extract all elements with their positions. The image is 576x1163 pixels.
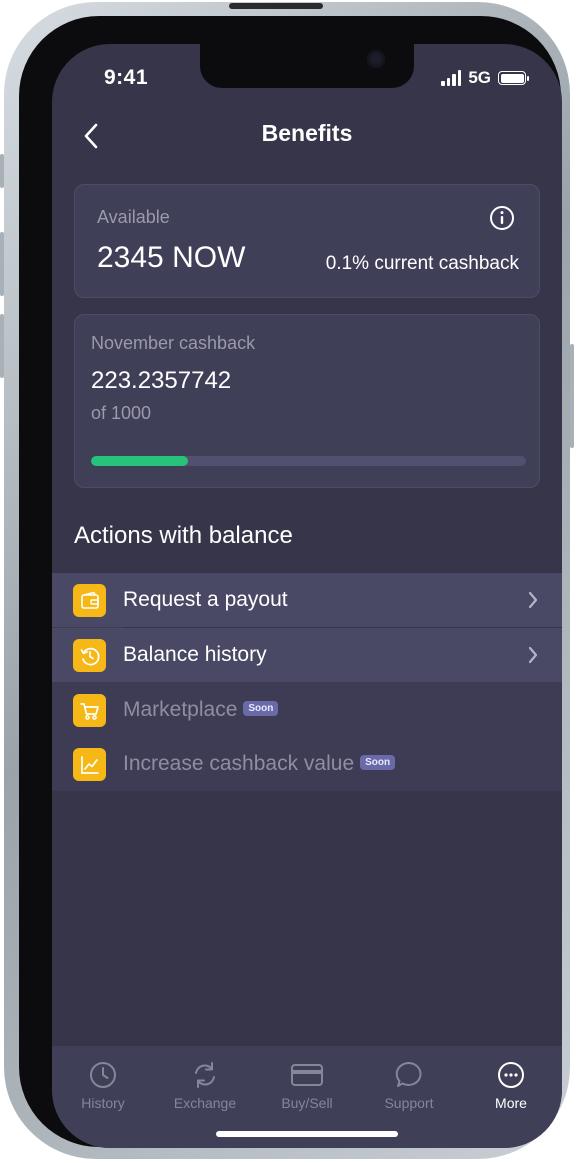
tab-exchange[interactable]: Exchange — [154, 1060, 256, 1111]
volume-down-button — [0, 314, 4, 378]
available-balance: 2345 NOW — [97, 241, 246, 274]
actions-list: Request a payout Balance history Marketp… — [52, 573, 562, 791]
available-label: Available — [97, 207, 170, 227]
monthly-cashback-card: November cashback 223.2357742 of 1000 — [74, 314, 540, 488]
power-button — [570, 344, 574, 448]
mute-switch — [0, 154, 4, 188]
chevron-right-icon — [528, 646, 538, 664]
signal-icon — [441, 70, 462, 86]
status-time: 9:41 — [104, 66, 149, 89]
tab-bar: History Exchange Buy/Sell Support More — [52, 1046, 562, 1148]
tab-label: History — [81, 1095, 125, 1111]
exchange-icon — [195, 1062, 215, 1088]
monthly-cashback-label: November cashback — [91, 333, 256, 353]
section-title: Actions with balance — [74, 522, 293, 549]
history-icon — [73, 639, 106, 672]
tab-label: Support — [384, 1095, 434, 1111]
action-marketplace: Marketplace Soon — [52, 683, 562, 737]
tab-label: More — [495, 1095, 527, 1111]
tab-history[interactable]: History — [52, 1060, 154, 1111]
soon-badge: Soon — [360, 754, 396, 770]
app-screen: 9:41 5G Benefits Available 2345 NOW 0.1%… — [52, 44, 562, 1148]
action-label-text: Marketplace — [123, 698, 238, 721]
monthly-cashback-amount: 223.2357742 — [91, 367, 232, 394]
wallet-icon — [73, 584, 106, 617]
chart-icon — [73, 748, 106, 781]
soon-badge: Soon — [243, 700, 279, 716]
chevron-right-icon — [528, 591, 538, 609]
available-balance-card: Available 2345 NOW 0.1% current cashback — [74, 184, 540, 298]
tab-label: Buy/Sell — [281, 1095, 333, 1111]
page-title: Benefits — [261, 120, 353, 146]
notch — [200, 44, 414, 88]
action-label: Request a payout — [123, 588, 288, 611]
action-request-payout[interactable]: Request a payout — [52, 573, 562, 627]
home-indicator[interactable] — [216, 1131, 398, 1137]
volume-up-button — [0, 232, 4, 296]
clock-icon — [90, 1062, 116, 1088]
tab-buy-sell[interactable]: Buy/Sell — [256, 1060, 358, 1111]
action-label: Marketplace Soon — [123, 698, 279, 722]
cart-icon — [73, 694, 106, 727]
phone-frame: 9:41 5G Benefits Available 2345 NOW 0.1%… — [0, 2, 574, 1159]
phone-bezel: 9:41 5G Benefits Available 2345 NOW 0.1%… — [19, 3, 562, 1148]
info-icon[interactable] — [489, 205, 515, 231]
action-increase-cashback: Increase cashback value Soon — [52, 737, 562, 791]
speaker-grille — [229, 3, 323, 9]
cashback-progress-fill — [91, 456, 189, 466]
card-icon — [291, 1064, 323, 1086]
cashback-progress-track — [91, 456, 526, 466]
cashback-limit: of 1000 — [91, 403, 152, 423]
tab-support[interactable]: Support — [358, 1060, 460, 1111]
tab-more[interactable]: More — [460, 1060, 562, 1111]
action-label: Balance history — [123, 643, 267, 666]
tab-label: Exchange — [173, 1095, 237, 1111]
status-indicators: 5G — [441, 68, 529, 88]
action-balance-history[interactable]: Balance history — [52, 628, 562, 682]
camera — [367, 50, 385, 68]
action-label-text: Increase cashback value — [123, 752, 355, 775]
action-label: Increase cashback value Soon — [123, 752, 396, 776]
current-cashback-rate: 0.1% current cashback — [325, 253, 519, 274]
battery-icon — [498, 71, 529, 85]
chat-icon — [395, 1061, 422, 1087]
network-type: 5G — [468, 68, 491, 87]
more-icon — [498, 1062, 524, 1088]
